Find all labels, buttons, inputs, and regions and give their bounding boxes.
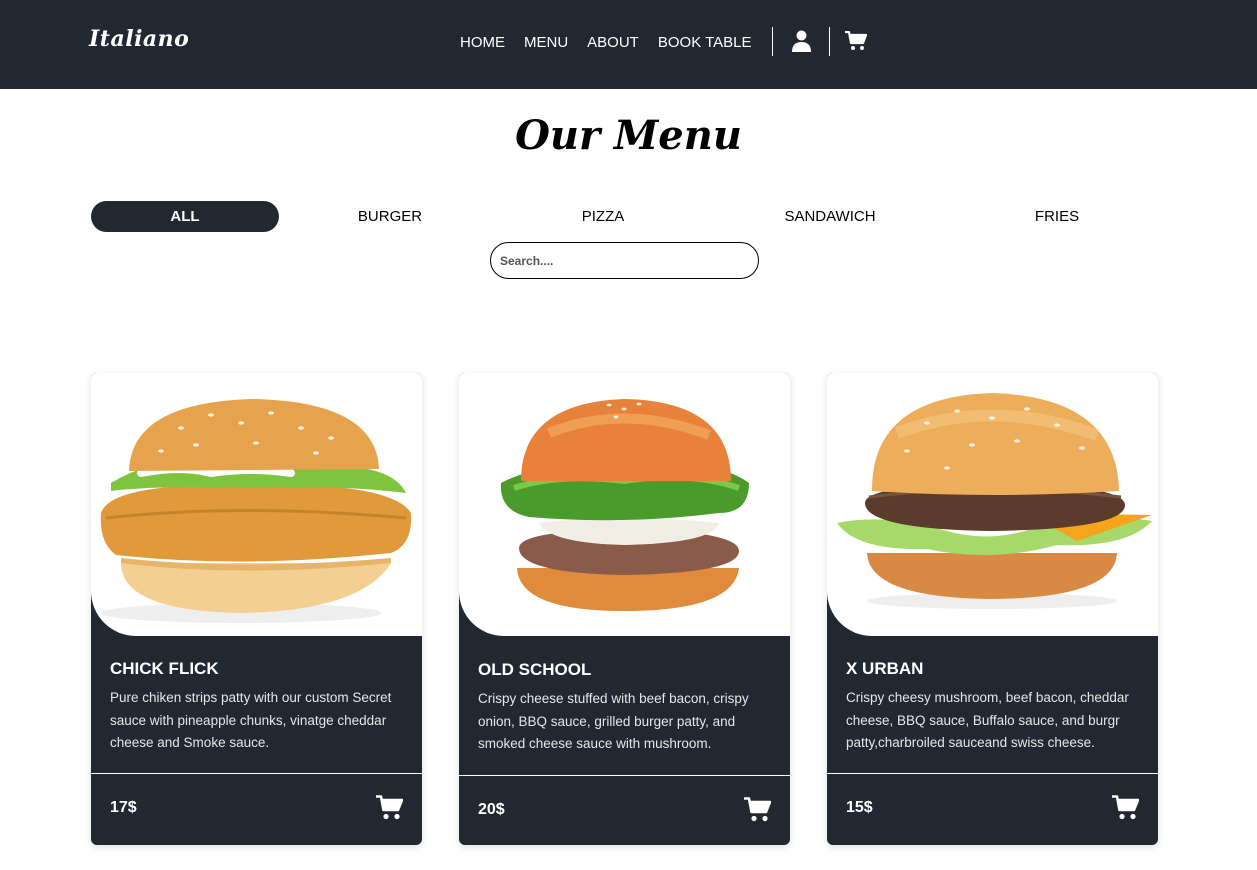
nav-about-link[interactable]: ABOUT (587, 34, 639, 52)
card-divider (459, 775, 790, 776)
card-divider (827, 773, 1158, 774)
main-nav: HOME MENU ABOUT BOOK TABLE (460, 34, 752, 52)
nav-menu-link[interactable]: MENU (524, 34, 568, 52)
filter-all[interactable]: ALL (91, 201, 279, 232)
menu-card: CHICK FLICK Pure chiken strips patty wit… (91, 373, 422, 845)
card-description: Crispy cheese stuffed with beef bacon, c… (478, 691, 749, 751)
card-title: CHICK FLICK (110, 659, 219, 678)
filter-fries[interactable]: FRIES (1022, 201, 1092, 232)
filter-bar: ALL BURGER PIZZA SANDAWICH FRIES (0, 201, 1257, 232)
card-divider (91, 773, 422, 774)
header: Italiano HOME MENU ABOUT BOOK TABLE (0, 0, 1257, 89)
brand-logo[interactable]: Italiano (89, 26, 189, 52)
nav-divider (772, 27, 773, 56)
add-to-cart-icon[interactable] (376, 795, 403, 820)
filter-burger[interactable]: BURGER (340, 201, 440, 232)
card-title: X URBAN (846, 659, 924, 678)
card-description: Pure chiken strips patty with our custom… (110, 690, 392, 750)
menu-card: X URBAN Crispy cheesy mushroom, beef bac… (827, 373, 1158, 845)
card-price: 17$ (110, 799, 137, 816)
filter-pizza[interactable]: PIZZA (563, 201, 643, 232)
food-image (459, 373, 790, 636)
nav-divider (829, 27, 830, 56)
cart-icon[interactable] (845, 31, 867, 51)
filter-sandawich[interactable]: SANDAWICH (775, 201, 885, 232)
card-title: OLD SCHOOL (478, 660, 592, 679)
card-price: 20$ (478, 801, 505, 818)
add-to-cart-icon[interactable] (744, 797, 771, 822)
menu-card: OLD SCHOOL Crispy cheese stuffed with be… (459, 373, 790, 845)
food-image (827, 373, 1158, 636)
page-title: Our Menu (515, 112, 742, 159)
nav-book-table-link[interactable]: BOOK TABLE (658, 34, 752, 52)
search-input[interactable] (490, 242, 759, 279)
nav-home-link[interactable]: HOME (460, 34, 505, 52)
user-icon[interactable] (792, 30, 811, 52)
add-to-cart-icon[interactable] (1112, 795, 1139, 820)
food-image (91, 373, 422, 636)
card-price: 15$ (846, 799, 873, 816)
card-description: Crispy cheesy mushroom, beef bacon, ched… (846, 690, 1129, 750)
